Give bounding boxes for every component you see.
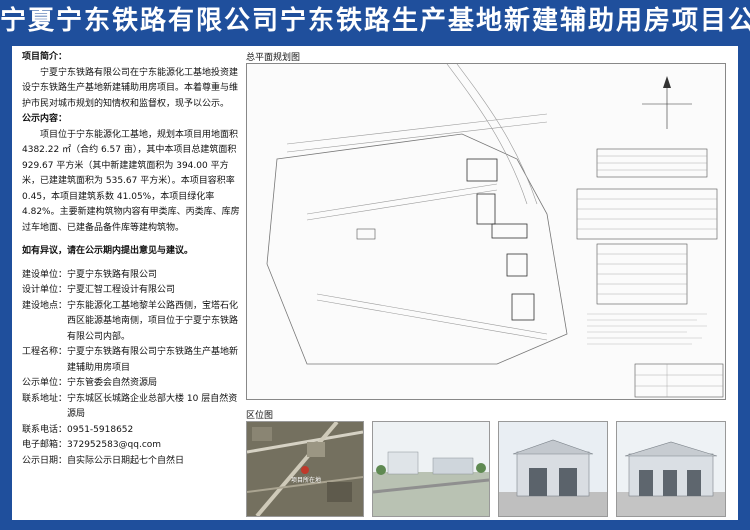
site-plan-drawing: [246, 63, 726, 400]
warehouse-render-svg-2: [617, 422, 725, 516]
site-plan-svg: [247, 63, 725, 399]
info-value: 宁东城区长城路企业总部大楼 10 层自然资源局: [67, 393, 238, 420]
info-value: 372952583@qq.com: [67, 440, 162, 450]
info-value: 0951-5918652: [67, 424, 134, 435]
info-key: 公示单位：: [22, 378, 68, 388]
intro-heading: 项目简介：: [22, 52, 68, 62]
location-satellite-map: 项目所在地: [246, 420, 364, 518]
objection-note: 如有异议，请在公示期内提出意见与建议。: [22, 246, 194, 256]
info-row: 公示单位： 宁东管委会自然资源局: [22, 376, 240, 392]
notice-panel: 项目简介： 宁夏宁东铁路有限公司在宁东能源化工基地投资建设宁东铁路生产基地新建辅…: [12, 46, 738, 520]
notice-text-column: 项目简介： 宁夏宁东铁路有限公司在宁东能源化工基地投资建设宁东铁路生产基地新建辅…: [22, 50, 240, 469]
info-row: 联系电话： 0951-5918652: [22, 423, 240, 439]
rendering-aerial: [372, 421, 490, 517]
info-key: 建设单位：: [22, 269, 68, 280]
info-value: 宁东管委会自然资源局: [67, 378, 158, 388]
info-key: 工程名称：: [22, 347, 68, 357]
rendering-warehouse-front: [498, 421, 608, 517]
info-row: 公示日期： 自实际公示日期起七个自然日: [22, 454, 240, 470]
info-row: 建设地点： 宁东能源化工基地黎羊公路西侧，宝塔石化西区能源基地南侧，项目位于宁夏宁…: [22, 299, 240, 346]
rendering-warehouse-side: [616, 421, 726, 517]
info-key: 设计单位：: [22, 285, 68, 295]
info-key: 联系电话：: [22, 424, 68, 435]
info-row: 设计单位： 宁夏汇智工程设计有限公司: [22, 283, 240, 299]
aerial-render-svg: [372, 422, 490, 516]
info-key: 建设地点：: [22, 300, 68, 311]
info-value: 宁东能源化工基地黎羊公路西侧，宝塔石化西区能源基地南侧，项目位于宁夏宁东铁路有限…: [67, 300, 239, 342]
info-key: 公示日期：: [22, 455, 68, 466]
info-value: 宁夏宁东铁路有限公司: [67, 269, 158, 280]
info-row: 联系地址： 宁东城区长城路企业总部大楼 10 层自然资源局: [22, 392, 240, 423]
info-row: 建设单位： 宁夏宁东铁路有限公司: [22, 268, 240, 284]
info-key: 电子邮箱：: [22, 440, 68, 450]
info-value: 宁夏宁东铁路有限公司宁东铁路生产基地新建辅助用房项目: [67, 347, 239, 373]
info-key: 联系地址：: [22, 393, 68, 404]
intro-text: 宁夏宁东铁路有限公司在宁东能源化工基地投资建设宁东铁路生产基地新建辅助用房项目。…: [22, 67, 239, 109]
info-value: 自实际公示日期起七个自然日: [67, 455, 185, 466]
warehouse-render-svg-1: [499, 422, 607, 516]
info-row: 工程名称： 宁夏宁东铁路有限公司宁东铁路生产基地新建辅助用房项目: [22, 345, 240, 376]
project-info-list: 建设单位： 宁夏宁东铁路有限公司 设计单位： 宁夏汇智工程设计有限公司 建设地点： 宁东能…: [22, 268, 240, 470]
info-value: 宁夏汇智工程设计有限公司: [67, 285, 176, 295]
satellite-svg: 项目所在地: [246, 420, 364, 518]
info-row: 电子邮箱： 372952583@qq.com: [22, 438, 240, 454]
content-heading: 公示内容：: [22, 114, 68, 124]
location-map-label: 区位图: [246, 411, 274, 421]
map-marker-label: 项目所在地: [291, 476, 321, 484]
page-title: 宁夏宁东铁路有限公司宁东铁路生产基地新建辅助用房项目公示: [0, 0, 750, 42]
content-text: 项目位于宁东能源化工基地，规划本项目用地面积 4382.22 ㎡（合约 6.57…: [22, 129, 240, 233]
site-plan-label: 总平面规划图: [246, 53, 301, 63]
